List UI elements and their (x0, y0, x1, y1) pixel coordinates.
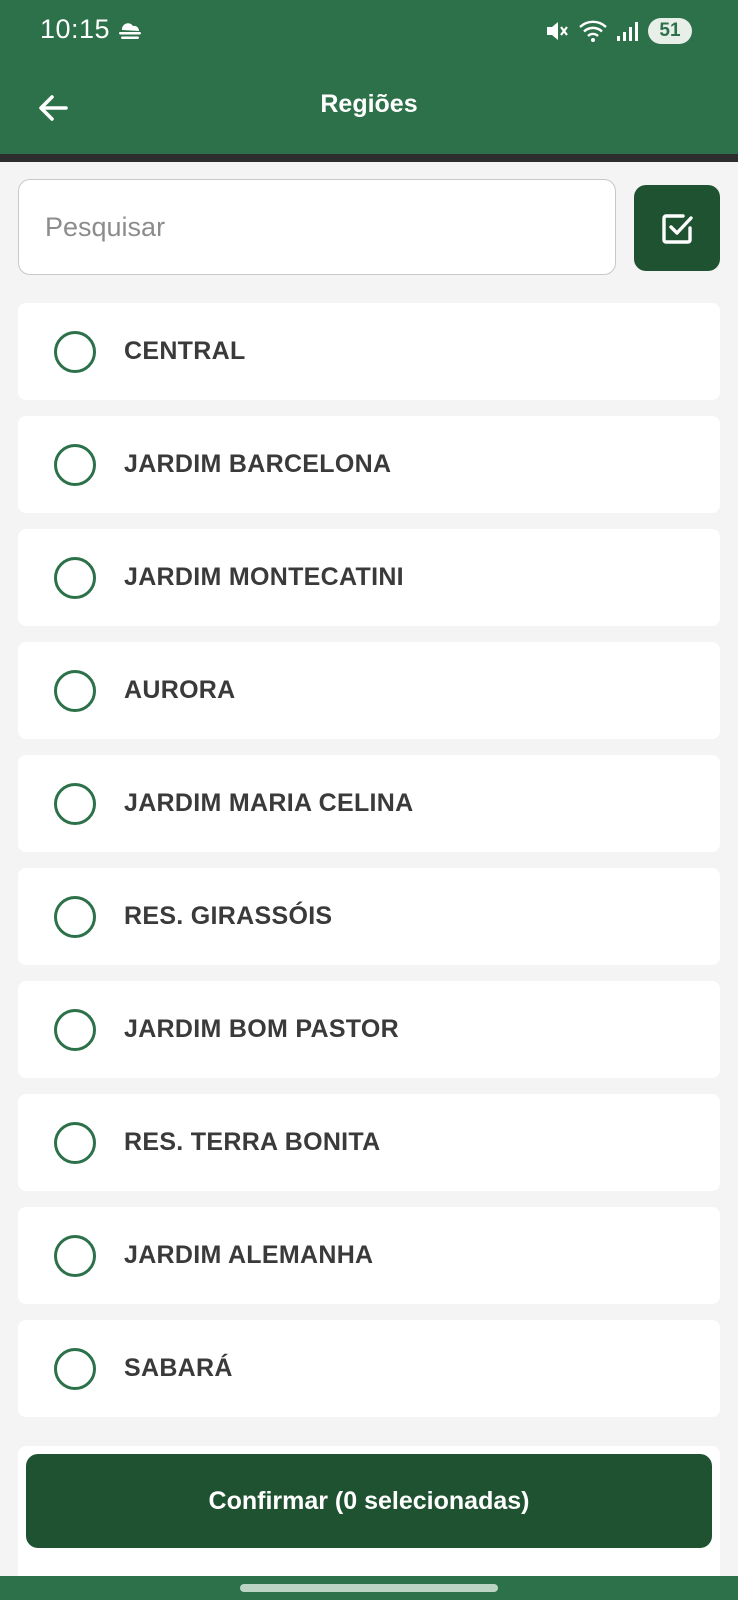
confirm-area: Confirmar (0 selecionadas) (0, 1446, 738, 1582)
radio-button-icon[interactable] (54, 670, 96, 712)
region-label: JARDIM BOM PASTOR (124, 1015, 400, 1043)
region-label: JARDIM MONTECATINI (124, 563, 404, 591)
region-item[interactable]: JARDIM MONTECATINI (18, 529, 720, 626)
status-time: 10:15 (40, 14, 111, 44)
radio-button-icon[interactable] (54, 1122, 96, 1164)
radio-button-icon[interactable] (54, 1348, 96, 1390)
radio-button-icon[interactable] (54, 783, 96, 825)
region-item[interactable]: SABARÁ (18, 1320, 720, 1417)
radio-button-icon[interactable] (54, 1235, 96, 1277)
status-icons: 51 (544, 16, 692, 46)
region-item[interactable]: RES. GIRASSÓIS (18, 868, 720, 965)
status-bar: 10:15 51 (0, 0, 738, 62)
navigation-bar (0, 1576, 738, 1600)
region-label: JARDIM MARIA CELINA (124, 789, 414, 817)
battery-indicator: 51 (648, 18, 692, 44)
region-label: SABARÁ (124, 1354, 233, 1382)
signal-icon (617, 22, 638, 41)
mute-icon (547, 22, 568, 40)
app-bar: Regiões (0, 62, 738, 154)
radio-button-icon[interactable] (54, 331, 96, 373)
checkbox-icon (662, 214, 693, 244)
region-item[interactable]: JARDIM MARIA CELINA (18, 755, 720, 852)
region-item[interactable]: JARDIM ALEMANHA (18, 1207, 720, 1304)
radio-button-icon[interactable] (54, 444, 96, 486)
region-item[interactable]: JARDIM BOM PASTOR (18, 981, 720, 1078)
radio-button-icon[interactable] (54, 896, 96, 938)
cloud-fog-icon (119, 23, 141, 39)
select-all-button[interactable] (634, 185, 720, 271)
region-item[interactable]: RES. TERRA BONITA (18, 1094, 720, 1191)
confirm-button[interactable]: Confirmar (0 selecionadas) (26, 1454, 712, 1548)
region-label: JARDIM BARCELONA (124, 450, 392, 478)
region-item[interactable]: JARDIM BARCELONA (18, 416, 720, 513)
search-input[interactable] (18, 179, 616, 275)
region-item[interactable]: CENTRAL (18, 303, 720, 400)
region-label: JARDIM ALEMANHA (124, 1241, 374, 1269)
wifi-icon (579, 20, 607, 42)
home-gesture-handle[interactable] (240, 1584, 498, 1592)
page-title: Regiões (320, 90, 418, 118)
radio-button-icon[interactable] (54, 1009, 96, 1051)
radio-button-icon[interactable] (54, 557, 96, 599)
region-item[interactable]: AURORA (18, 642, 720, 739)
region-label: RES. GIRASSÓIS (124, 902, 333, 930)
region-label: CENTRAL (124, 337, 246, 365)
region-label: RES. TERRA BONITA (124, 1128, 381, 1156)
region-label: AURORA (124, 676, 236, 704)
app-bar-divider (0, 154, 738, 162)
